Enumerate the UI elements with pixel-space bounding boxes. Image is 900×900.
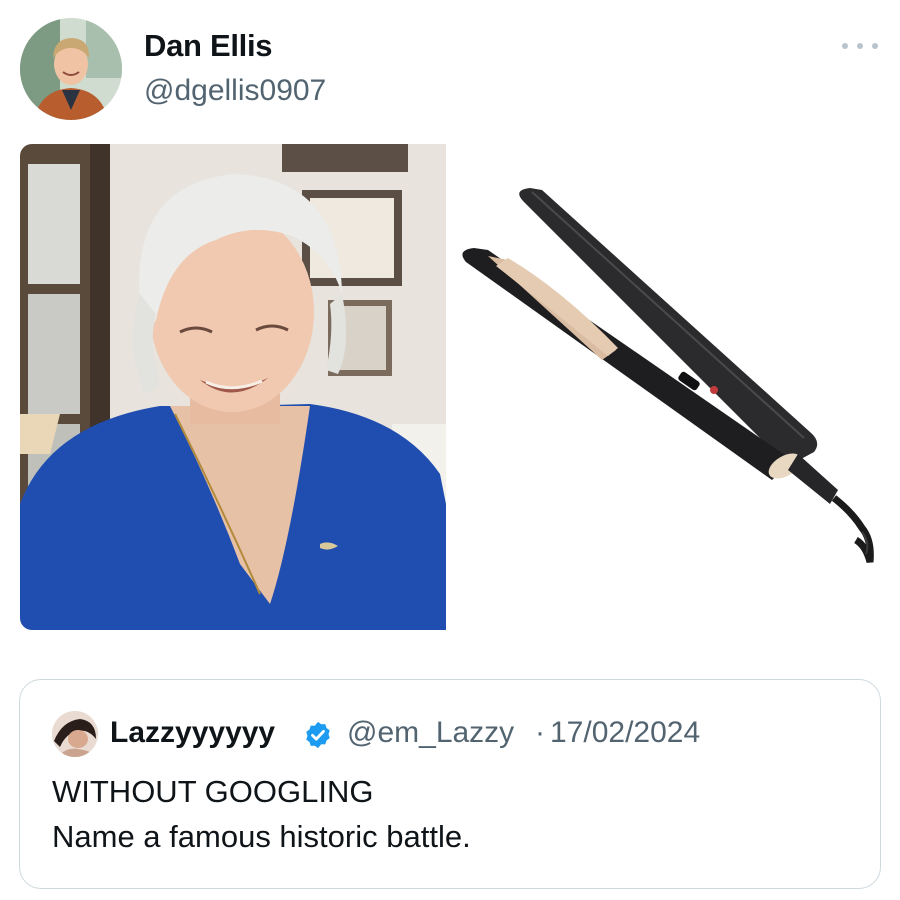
author-avatar[interactable] — [20, 18, 122, 120]
tweet-view: Dan Ellis @dgellis0907 Lazzyyyyyy @em_La… — [0, 0, 900, 900]
author-handle[interactable]: @dgellis0907 — [144, 74, 326, 108]
separator-dot: · — [535, 716, 545, 749]
quoted-text-line: WITHOUT GOOGLING — [52, 774, 374, 809]
verified-badge-icon — [306, 721, 330, 749]
hair-straightener-photo-icon — [452, 170, 892, 570]
quoted-text-line: Name a famous historic battle. — [52, 819, 471, 854]
tweet-photo-straightener[interactable] — [452, 170, 892, 570]
portrait-photo-icon — [20, 144, 446, 630]
quoted-author-avatar[interactable] — [52, 711, 98, 757]
quoted-display-name[interactable]: Lazzyyyyyy — [110, 716, 275, 750]
more-options-button[interactable] — [838, 34, 882, 58]
author-display-name[interactable]: Dan Ellis — [144, 28, 273, 64]
more-horizontal-icon — [842, 43, 848, 49]
quoted-avatar-image-icon — [52, 711, 98, 757]
quoted-tweet-card[interactable]: Lazzyyyyyy @em_Lazzy · 17/02/2024 WITHOU… — [19, 679, 881, 889]
quoted-handle[interactable]: @em_Lazzy — [347, 716, 514, 750]
avatar-image-icon — [20, 18, 122, 120]
quoted-date[interactable]: 17/02/2024 — [550, 716, 700, 750]
tweet-photo-portrait[interactable] — [20, 144, 446, 630]
